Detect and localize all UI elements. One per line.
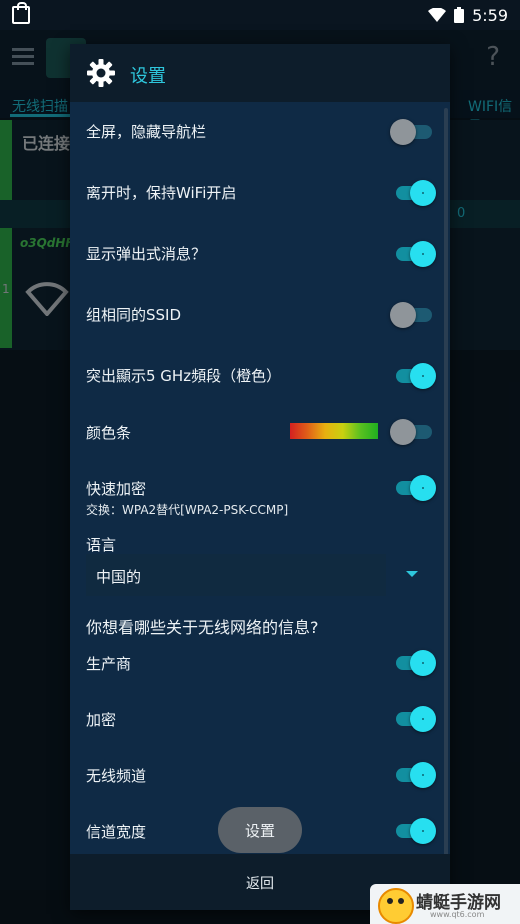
battery-icon [454,7,465,23]
status-bar: 5:59 [0,0,520,30]
toggle-fast-encryption[interactable] [396,475,436,501]
toggle-group-ssid[interactable] [390,302,432,328]
dropdown-arrow-icon[interactable] [406,571,418,577]
setting-label-group-ssid: 组相同的SSID [86,306,182,324]
toggle-keep-wifi[interactable] [396,180,436,206]
toast-message: 设置 [218,807,302,853]
gear-icon [87,59,115,87]
info-section-title: 你想看哪些关于无线网络的信息? [86,618,319,637]
language-label: 语言 [86,536,117,554]
dialog-header: 设置 [70,44,450,102]
setting-label-fullscreen: 全屏，隐藏导航栏 [86,123,207,141]
language-value[interactable]: 中国的 [96,566,141,587]
status-time: 5:59 [472,5,508,25]
toggle-popup[interactable] [396,241,436,267]
toggle-encryption[interactable] [396,706,436,732]
color-bar-preview [290,423,378,439]
setting-label-fast-encryption: 快速加密 [86,480,147,498]
toggle-manufacturer[interactable] [396,650,436,676]
setting-label-color-bar: 颜色条 [86,424,132,442]
bag-icon [12,2,30,24]
setting-label-keep-wifi: 离开时，保持WiFi开启 [86,184,237,202]
setting-label-highlight-5ghz: 突出顯示5 GHz頻段（橙色） [86,367,282,385]
watermark-logo [378,888,414,924]
watermark-url: www.qt6.com [430,910,485,919]
setting-label-channel-width: 信道宽度 [86,823,147,841]
settings-dialog: 设置 全屏，隐藏导航栏 离开时，保持WiFi开启 显示弹出式消息？ 组相同的SS… [70,44,450,910]
dialog-title: 设置 [130,66,166,87]
toggle-channel[interactable] [396,762,436,788]
setting-label-channel: 无线频道 [86,767,147,785]
toggle-highlight-5ghz[interactable] [396,363,436,389]
toggle-color-bar[interactable] [390,419,432,445]
setting-label-popup: 显示弹出式消息？ [86,245,207,263]
setting-label-encryption: 加密 [86,711,117,729]
toggle-channel-width[interactable] [396,818,436,844]
setting-sub-fast-encryption: 交换：WPA2替代[WPA2-PSK-CCMP] [86,503,289,517]
wifi-signal-icon [428,8,447,22]
scrollbar[interactable] [444,108,448,878]
setting-label-manufacturer: 生产商 [86,655,132,673]
toggle-fullscreen[interactable] [390,119,432,145]
